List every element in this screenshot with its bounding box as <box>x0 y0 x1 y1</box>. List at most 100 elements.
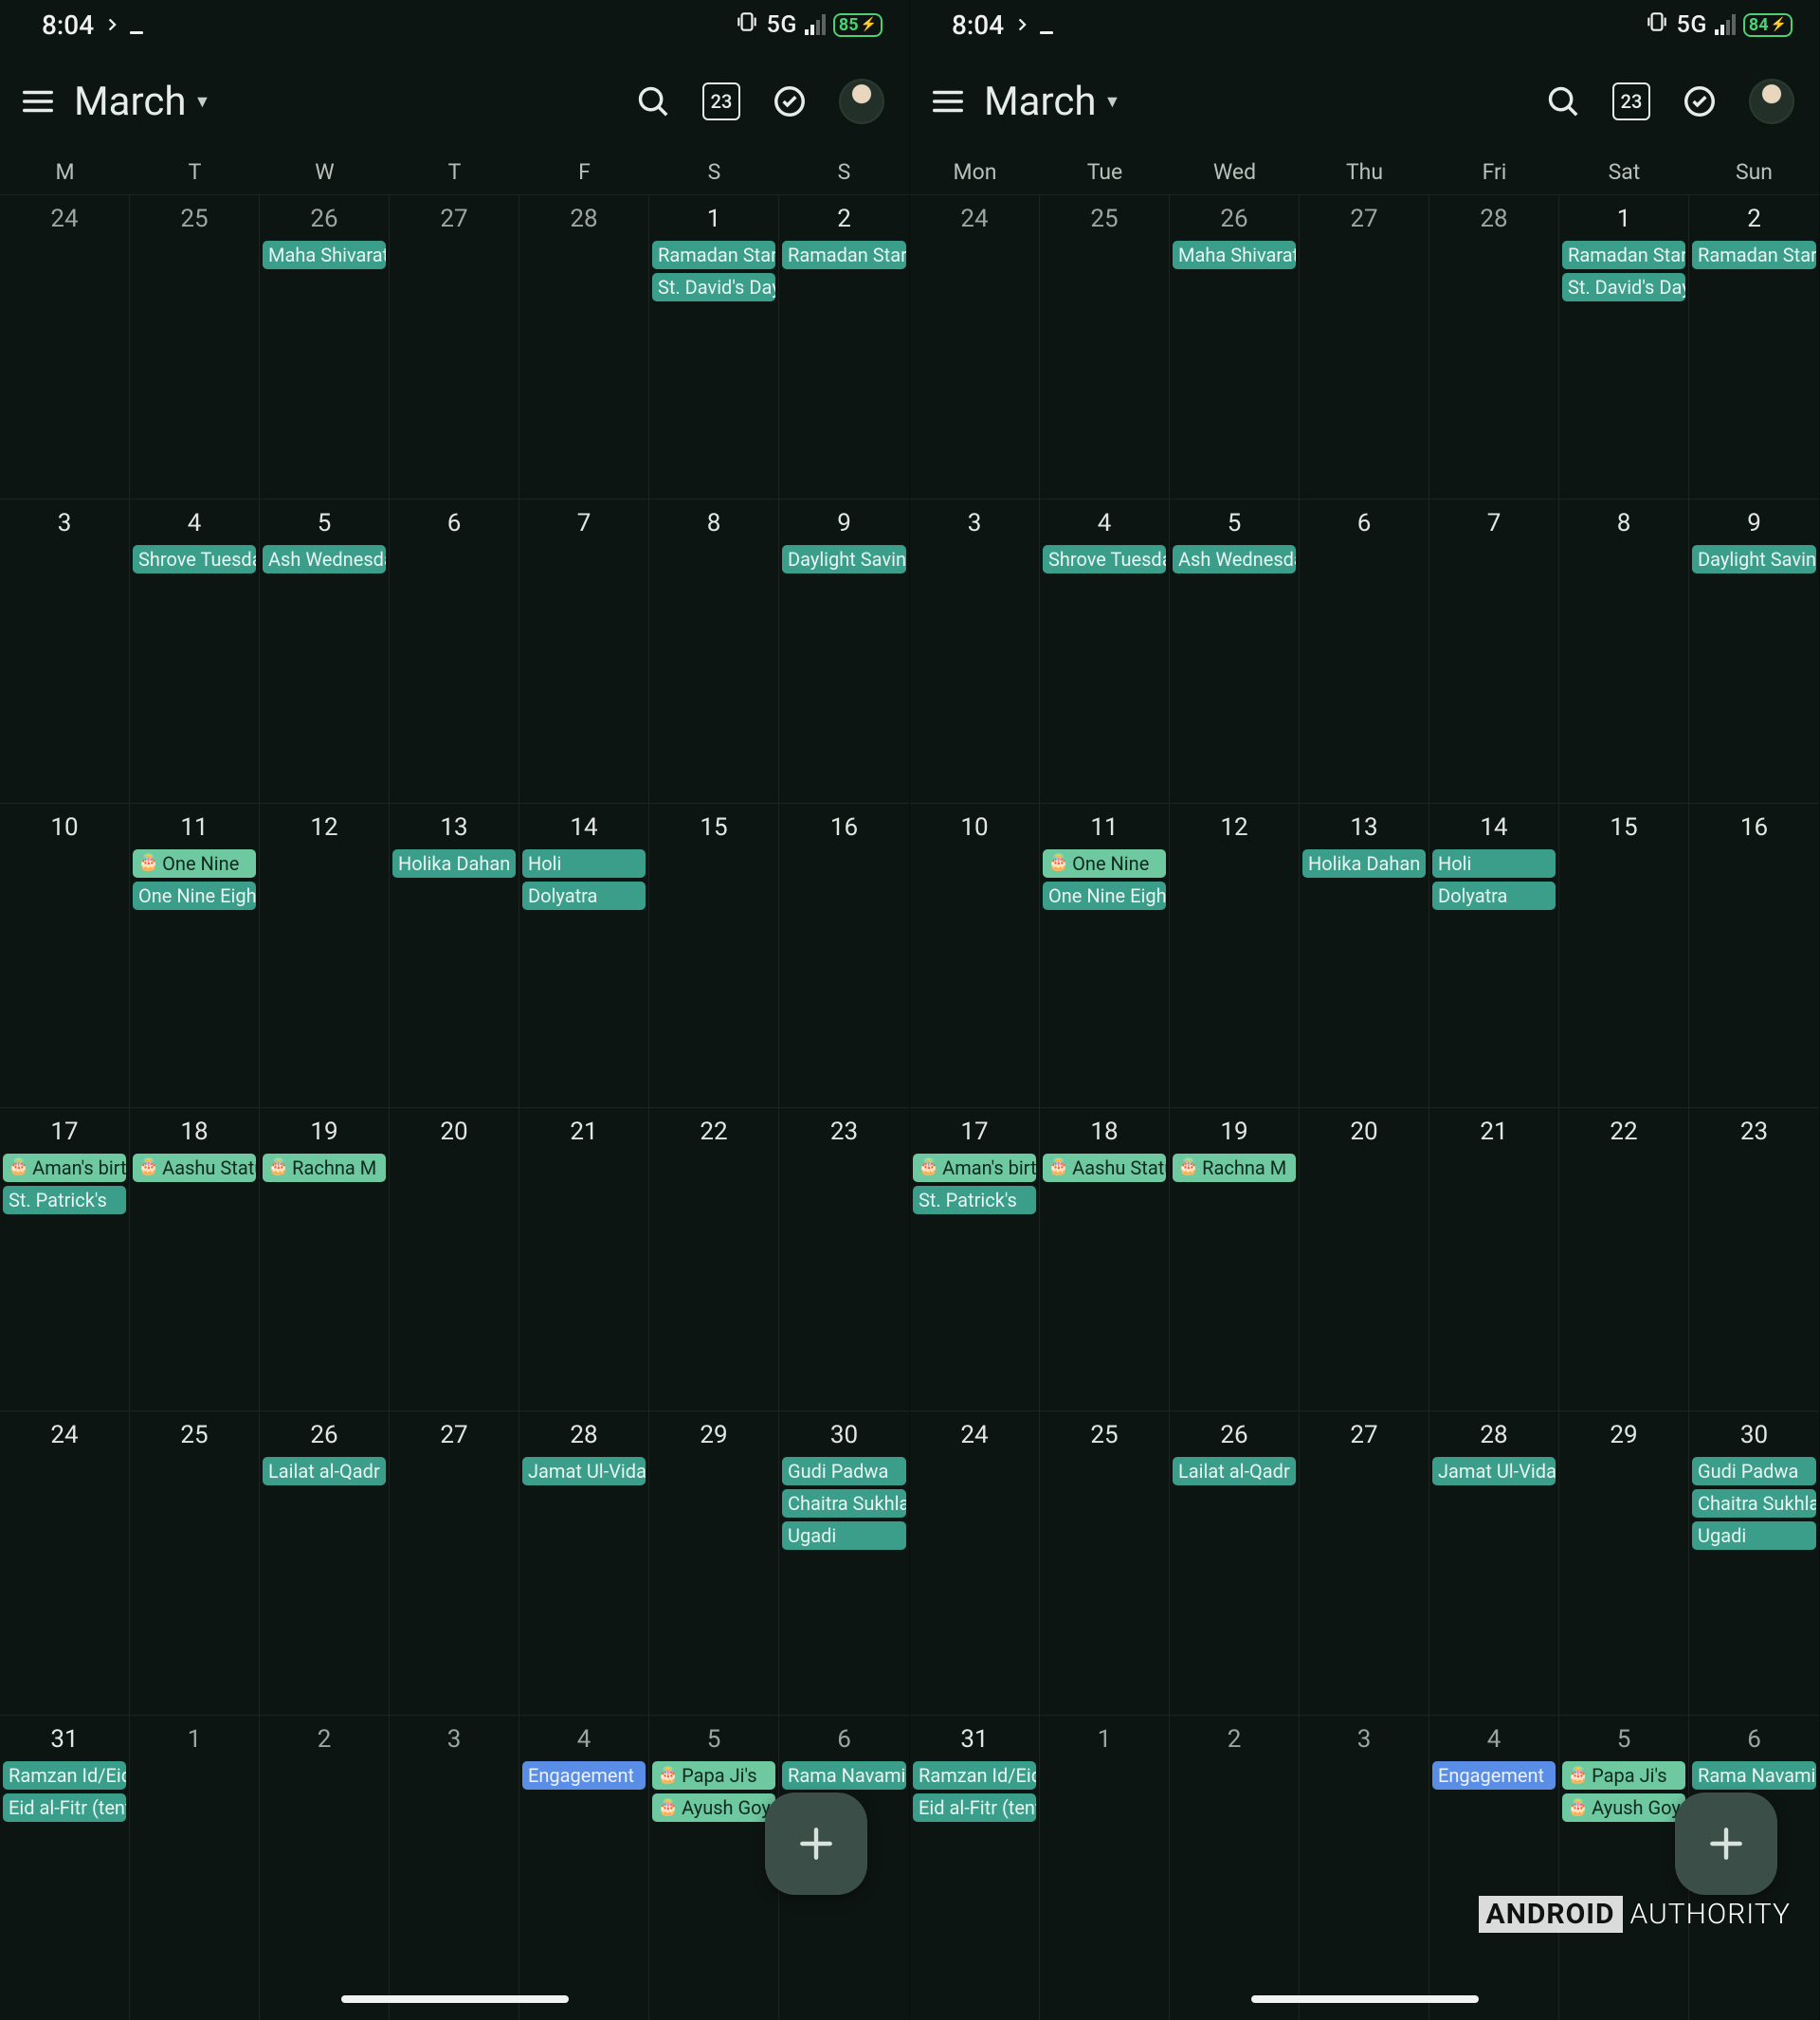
month-selector[interactable]: March▼ <box>976 79 1535 125</box>
calendar-cell[interactable]: 12 <box>1170 804 1300 1107</box>
hamburger-menu-button[interactable] <box>927 81 969 122</box>
event-chip[interactable]: Holi <box>1432 849 1556 878</box>
calendar-cell[interactable]: 2Ramadan Start <box>779 195 909 499</box>
event-chip[interactable]: Holi <box>522 849 646 878</box>
calendar-cell[interactable]: 14HoliDolyatra <box>519 804 649 1107</box>
calendar-cell[interactable]: 6 <box>1300 500 1429 803</box>
event-chip[interactable]: Engagement <box>522 1761 646 1790</box>
calendar-cell[interactable]: 4Engagement <box>1429 1716 1559 2020</box>
calendar-cell[interactable]: 31Ramzan Id/EidEid al-Fitr (tentative) <box>910 1716 1040 2020</box>
calendar-cell[interactable]: 3 <box>1300 1716 1429 2020</box>
event-chip[interactable]: Maha Shivaratri <box>1173 241 1296 269</box>
calendar-cell[interactable]: 17🎂Aman's birthdaySt. Patrick's <box>0 1108 130 1411</box>
event-chip[interactable]: 🎂Aman's birthday <box>913 1154 1036 1182</box>
event-chip[interactable]: 🎂Aman's birthday <box>3 1154 126 1182</box>
event-chip[interactable]: One Nine Eight <box>133 882 256 910</box>
event-chip[interactable]: Jamat Ul-Vida <box>1432 1457 1556 1485</box>
calendar-cell[interactable]: 2 <box>260 1716 390 2020</box>
event-chip[interactable]: Shrove Tuesday <box>1043 545 1166 573</box>
calendar-cell[interactable]: 31Ramzan Id/EidEid al-Fitr (tentative) <box>0 1716 130 2020</box>
calendar-cell[interactable]: 28 <box>519 195 649 499</box>
event-chip[interactable]: Chaitra Sukhladi <box>782 1489 906 1518</box>
calendar-cell[interactable]: 16 <box>779 804 909 1107</box>
calendar-cell[interactable]: 27 <box>1300 1411 1429 1715</box>
calendar-cell[interactable]: 1 <box>130 1716 260 2020</box>
calendar-cell[interactable]: 22 <box>649 1108 779 1411</box>
calendar-cell[interactable]: 15 <box>1559 804 1689 1107</box>
calendar-cell[interactable]: 2 <box>1170 1716 1300 2020</box>
event-chip[interactable]: 🎂Rachna M <box>263 1154 386 1182</box>
event-chip[interactable]: 🎂One Nine <box>1043 849 1166 878</box>
calendar-cell[interactable]: 4Shrove Tuesday <box>130 500 260 803</box>
calendar-cell[interactable]: 29 <box>1559 1411 1689 1715</box>
event-chip[interactable]: Ramadan Start <box>652 241 775 269</box>
calendar-cell[interactable]: 5Ash Wednesday <box>1170 500 1300 803</box>
calendar-cell[interactable]: 18🎂Aashu Status <box>130 1108 260 1411</box>
calendar-cell[interactable]: 4Shrove Tuesday <box>1040 500 1170 803</box>
event-chip[interactable]: One Nine Eight <box>1043 882 1166 910</box>
event-chip[interactable]: Jamat Ul-Vida <box>522 1457 646 1485</box>
tasks-button[interactable] <box>769 81 810 122</box>
event-chip[interactable]: Eid al-Fitr (tentative) <box>3 1793 126 1822</box>
calendar-grid[interactable]: 242526Maha Shivaratri27281Ramadan StartS… <box>910 194 1819 2020</box>
calendar-cell[interactable]: 3 <box>0 500 130 803</box>
event-chip[interactable]: St. Patrick's <box>913 1186 1036 1214</box>
calendar-cell[interactable]: 27 <box>390 195 519 499</box>
add-event-fab[interactable] <box>1675 1793 1777 1895</box>
event-chip[interactable]: Ash Wednesday <box>1173 545 1296 573</box>
calendar-cell[interactable]: 25 <box>1040 195 1170 499</box>
gesture-nav-handle[interactable] <box>1251 1995 1479 2003</box>
event-chip[interactable]: St. Patrick's <box>3 1186 126 1214</box>
calendar-cell[interactable]: 3 <box>390 1716 519 2020</box>
event-chip[interactable]: Ramzan Id/Eid <box>913 1761 1036 1790</box>
calendar-cell[interactable]: 13Holika Dahan <box>390 804 519 1107</box>
event-chip[interactable]: 🎂Ayush Goyal <box>1562 1793 1685 1822</box>
event-chip[interactable]: Ramadan Start <box>1692 241 1816 269</box>
calendar-cell[interactable]: 24 <box>0 195 130 499</box>
calendar-cell[interactable]: 9Daylight Saving <box>1689 500 1819 803</box>
calendar-cell[interactable]: 24 <box>910 195 1040 499</box>
calendar-cell[interactable]: 7 <box>1429 500 1559 803</box>
calendar-cell[interactable]: 28Jamat Ul-Vida <box>519 1411 649 1715</box>
calendar-cell[interactable]: 26Maha Shivaratri <box>260 195 390 499</box>
calendar-cell[interactable]: 11🎂One NineOne Nine Eight <box>130 804 260 1107</box>
event-chip[interactable]: Ugadi <box>1692 1521 1816 1550</box>
account-avatar[interactable] <box>1749 79 1794 124</box>
calendar-cell[interactable]: 26Lailat al-Qadr <box>260 1411 390 1715</box>
event-chip[interactable]: 🎂Rachna M <box>1173 1154 1296 1182</box>
event-chip[interactable]: St. David's Day <box>652 273 775 301</box>
month-selector[interactable]: March▼ <box>66 79 625 125</box>
event-chip[interactable]: 🎂One Nine <box>133 849 256 878</box>
calendar-cell[interactable]: 12 <box>260 804 390 1107</box>
calendar-cell[interactable]: 17🎂Aman's birthdaySt. Patrick's <box>910 1108 1040 1411</box>
calendar-cell[interactable]: 25 <box>130 195 260 499</box>
event-chip[interactable]: Ramadan Start <box>782 241 906 269</box>
calendar-cell[interactable]: 10 <box>0 804 130 1107</box>
calendar-cell[interactable]: 18🎂Aashu Status <box>1040 1108 1170 1411</box>
event-chip[interactable]: Holika Dahan <box>392 849 516 878</box>
calendar-cell[interactable]: 1Ramadan StartSt. David's Day <box>649 195 779 499</box>
event-chip[interactable]: Ugadi <box>782 1521 906 1550</box>
calendar-grid[interactable]: 242526Maha Shivaratri27281Ramadan StartS… <box>0 194 909 2020</box>
jump-to-today-button[interactable]: 23 <box>1612 82 1650 120</box>
calendar-cell[interactable]: 29 <box>649 1411 779 1715</box>
calendar-cell[interactable]: 25 <box>1040 1411 1170 1715</box>
event-chip[interactable]: 🎂Ayush Goyal <box>652 1793 775 1822</box>
event-chip[interactable]: Lailat al-Qadr <box>263 1457 386 1485</box>
calendar-cell[interactable]: 26Lailat al-Qadr <box>1170 1411 1300 1715</box>
add-event-fab[interactable] <box>765 1793 867 1895</box>
calendar-cell[interactable]: 19🎂Rachna M <box>260 1108 390 1411</box>
calendar-cell[interactable]: 20 <box>1300 1108 1429 1411</box>
event-chip[interactable]: St. David's Day <box>1562 273 1685 301</box>
search-button[interactable] <box>1542 81 1584 122</box>
event-chip[interactable]: Holika Dahan <box>1302 849 1426 878</box>
calendar-cell[interactable]: 27 <box>390 1411 519 1715</box>
event-chip[interactable]: 🎂Papa Ji's <box>1562 1761 1685 1790</box>
event-chip[interactable]: Gudi Padwa <box>782 1457 906 1485</box>
event-chip[interactable]: Daylight Saving <box>1692 545 1816 573</box>
event-chip[interactable]: Rama Navami <box>782 1761 906 1790</box>
tasks-button[interactable] <box>1679 81 1720 122</box>
calendar-cell[interactable]: 10 <box>910 804 1040 1107</box>
calendar-cell[interactable]: 19🎂Rachna M <box>1170 1108 1300 1411</box>
calendar-cell[interactable]: 16 <box>1689 804 1819 1107</box>
